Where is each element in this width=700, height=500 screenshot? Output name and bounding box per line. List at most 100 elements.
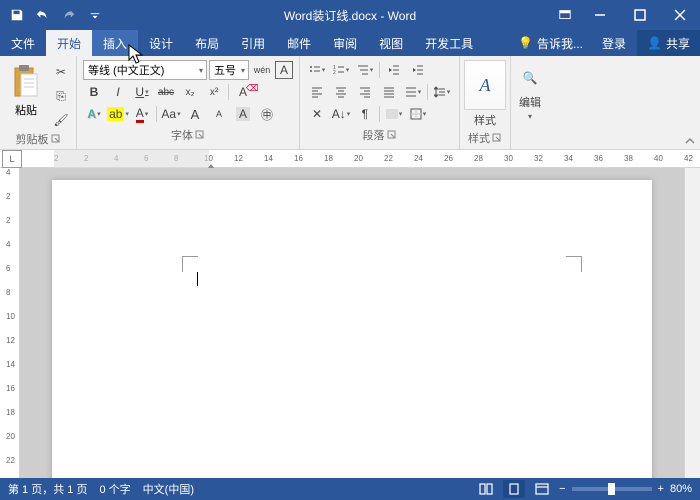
font-dialog-launcher[interactable] [195,130,205,140]
print-layout-button[interactable] [503,480,525,498]
tab-design[interactable]: 设计 [138,30,184,56]
save-button[interactable] [6,4,28,26]
increase-indent-button[interactable] [407,60,429,80]
language-status[interactable]: 中文(中国) [143,481,194,497]
sort-button[interactable]: A↓ [330,104,352,124]
zoom-slider[interactable] [572,487,652,491]
tab-selector[interactable]: L [2,150,22,168]
format-painter-button[interactable]: 🖌 [50,110,72,130]
web-layout-button[interactable] [531,480,553,498]
person-icon: 👤 [647,36,662,50]
minimize-button[interactable] [580,0,620,30]
text-effects-button[interactable]: A [83,104,105,124]
zoom-handle[interactable] [608,483,615,495]
italic-button[interactable]: I [107,82,129,102]
grow-font-button[interactable]: A [184,104,206,124]
horizontal-ruler[interactable]: L 22468101214161820222426283032343638404… [0,150,700,168]
borders-button[interactable] [407,104,429,124]
styles-gallery[interactable]: A [464,60,506,110]
cut-button[interactable]: ✂ [50,62,72,82]
qat-customize[interactable] [84,4,106,26]
close-button[interactable] [660,0,700,30]
quick-access-toolbar [0,4,106,26]
page-viewport[interactable] [20,168,684,478]
tab-review[interactable]: 审阅 [322,30,368,56]
titlebar-controls [550,0,700,30]
strikethrough-button[interactable]: abc [155,82,177,102]
document-page[interactable] [52,180,652,478]
maximize-button[interactable] [620,0,660,30]
decrease-indent-button[interactable] [383,60,405,80]
editing-label[interactable]: 编辑 [519,94,541,110]
clipboard-group: 粘贴 ✂ ⎘ 🖌 剪贴板 [0,56,77,149]
tab-home[interactable]: 开始 [46,30,92,56]
vertical-ruler[interactable]: 42246810121416182022 [0,168,20,478]
titlebar: Word装订线.docx - Word [0,0,700,30]
clear-format-button[interactable]: A⌫ [232,82,254,102]
shrink-font-button[interactable]: A [208,104,230,124]
clipboard-icon [11,64,41,100]
text-cursor [197,272,198,286]
justify-button[interactable] [378,82,400,102]
margin-corner-tr [566,256,582,272]
change-case-button[interactable]: Aa [160,104,182,124]
underline-button[interactable]: U [131,82,153,102]
tab-view[interactable]: 视图 [368,30,414,56]
asian-layout-button[interactable]: ✕ [306,104,328,124]
ribbon-display-options[interactable] [550,0,580,30]
highlight-button[interactable]: ab [107,104,129,124]
zoom-in-button[interactable]: + [658,483,664,495]
vertical-scrollbar[interactable] [684,168,700,478]
zoom-level[interactable]: 80% [670,483,692,495]
phonetic-guide-button[interactable]: wén [251,60,273,80]
bulb-icon: 💡 [518,36,533,50]
collapse-ribbon-button[interactable] [682,56,700,149]
superscript-button[interactable]: x² [203,82,225,102]
char-shading-button[interactable]: A [232,104,254,124]
svg-text:2: 2 [333,70,336,76]
shading-button[interactable] [383,104,405,124]
align-center-button[interactable] [330,82,352,102]
tab-insert[interactable]: 插入 [92,30,138,56]
align-left-button[interactable] [306,82,328,102]
tab-file[interactable]: 文件 [0,30,46,56]
line-spacing-button[interactable] [431,82,453,102]
subscript-button[interactable]: x₂ [179,82,201,102]
margin-corner-tl [182,256,198,272]
styles-dialog-launcher[interactable] [492,133,502,143]
word-count-status[interactable]: 0 个字 [99,481,130,497]
font-color-button[interactable]: A [131,104,153,124]
clipboard-dialog-launcher[interactable] [51,134,61,144]
font-size-combo[interactable]: 五号 [209,60,249,80]
find-button[interactable]: 🔍 [515,64,545,92]
zoom-out-button[interactable]: − [559,483,565,495]
tab-developer[interactable]: 开发工具 [414,30,484,56]
show-marks-button[interactable]: ¶ [354,104,376,124]
tab-references[interactable]: 引用 [230,30,276,56]
paste-button[interactable]: 粘贴 [4,58,48,124]
undo-button[interactable] [32,4,54,26]
multilevel-list-button[interactable] [354,60,376,80]
enclose-chars-button[interactable]: ㊥ [256,104,278,124]
copy-button[interactable]: ⎘ [50,86,72,106]
paragraph-dialog-launcher[interactable] [387,130,397,140]
tell-me-search[interactable]: 💡告诉我... [510,35,591,52]
tab-layout[interactable]: 布局 [184,30,230,56]
window-title: Word装订线.docx - Word [284,7,416,24]
share-button[interactable]: 👤共享 [637,30,700,56]
signin-link[interactable]: 登录 [591,35,637,52]
tab-mailings[interactable]: 邮件 [276,30,322,56]
bold-button[interactable]: B [83,82,105,102]
editing-group: 🔍 编辑 ▾ [511,56,549,149]
font-name-combo[interactable]: 等线 (中文正文) [83,60,207,80]
align-right-button[interactable] [354,82,376,102]
read-mode-button[interactable] [475,480,497,498]
styles-label: 样式 [474,112,496,128]
numbering-button[interactable]: 12 [330,60,352,80]
redo-button[interactable] [58,4,80,26]
distributed-button[interactable] [402,82,424,102]
page-number-status[interactable]: 第 1 页，共 1 页 [8,481,87,497]
char-border-button[interactable]: A [275,61,293,79]
bullets-button[interactable] [306,60,328,80]
paragraph-group: 12 ✕ A↓ ¶ [300,56,460,149]
